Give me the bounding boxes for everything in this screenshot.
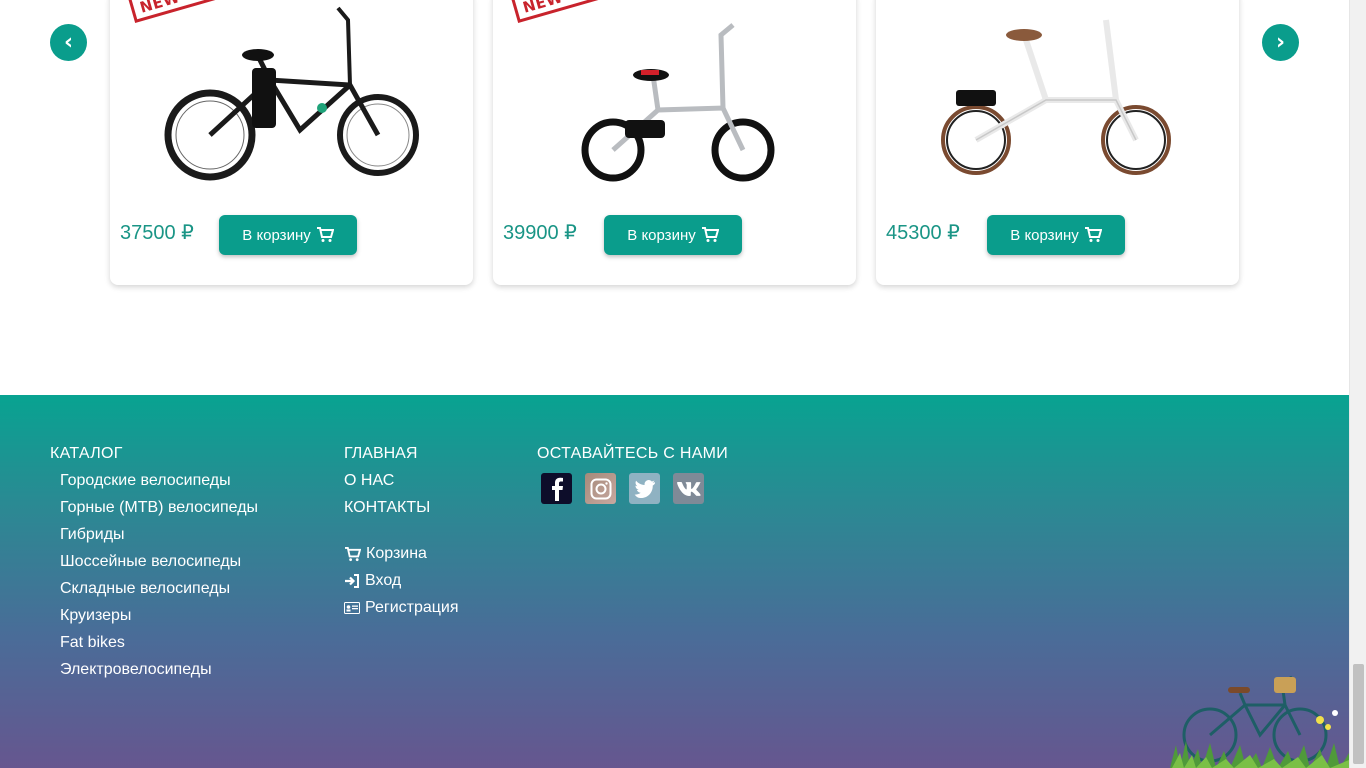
catalog-link-road[interactable]: Шоссейные велосипеды xyxy=(60,553,241,571)
chevron-right-icon: › xyxy=(1275,29,1286,55)
cart-icon xyxy=(345,546,361,561)
add-to-cart-label: В корзину xyxy=(627,226,696,244)
catalog-link-fatbike[interactable]: Fat bikes xyxy=(60,634,125,652)
facebook-icon[interactable] xyxy=(541,473,572,504)
sign-in-icon xyxy=(345,574,359,588)
footer-register-link[interactable]: Регистрация xyxy=(344,599,459,617)
product-price: 37500 ₽ xyxy=(120,222,194,244)
nav-link-contacts[interactable]: КОНТАКТЫ xyxy=(344,499,430,517)
catalog-link-city[interactable]: Городские велосипеды xyxy=(60,472,231,490)
footer-cart-label: Корзина xyxy=(366,545,427,562)
product-card: 45300 ₽ В корзину xyxy=(876,0,1239,285)
page-scrollbar[interactable] xyxy=(1349,0,1366,768)
bicycle-illustration xyxy=(1170,675,1349,768)
footer-login-label: Вход xyxy=(365,572,402,589)
vk-icon[interactable] xyxy=(673,473,704,504)
carousel-prev-button[interactable]: ‹ xyxy=(50,24,87,61)
catalog-link-hybrid[interactable]: Гибриды xyxy=(60,526,125,544)
add-to-cart-button[interactable]: В корзину xyxy=(219,215,357,255)
catalog-link-mtb[interactable]: Горные (MTB) велосипеды xyxy=(60,499,258,517)
cart-icon xyxy=(701,227,719,242)
carousel-next-button[interactable]: › xyxy=(1262,24,1299,61)
add-to-cart-label: В корзину xyxy=(242,226,311,244)
product-card: NEW PRODUCT 39900 ₽ В корзину xyxy=(493,0,856,285)
nav-link-about[interactable]: О НАС xyxy=(344,472,394,490)
scrollbar-thumb[interactable] xyxy=(1353,664,1364,764)
add-to-cart-button[interactable]: В корзину xyxy=(987,215,1125,255)
catalog-link-ebike[interactable]: Электровелосипеды xyxy=(60,661,212,679)
add-to-cart-button[interactable]: В корзину xyxy=(604,215,742,255)
site-footer: КАТАЛОГ Городские велосипеды Горные (MTB… xyxy=(0,395,1349,768)
cart-icon xyxy=(316,227,334,242)
product-image[interactable] xyxy=(876,0,1239,190)
social-title: ОСТАВАЙТЕСЬ С НАМИ xyxy=(537,445,729,462)
catalog-link-folding[interactable]: Складные велосипеды xyxy=(60,580,230,598)
footer-register-label: Регистрация xyxy=(365,599,459,616)
instagram-icon[interactable] xyxy=(585,473,616,504)
footer-login-link[interactable]: Вход xyxy=(344,572,401,590)
product-image[interactable] xyxy=(493,0,856,190)
product-card: NEW PRODUCT 37500 ₽ В корзину xyxy=(110,0,473,285)
add-to-cart-label: В корзину xyxy=(1010,226,1079,244)
product-price: 39900 ₽ xyxy=(503,222,577,244)
cart-icon xyxy=(1084,227,1102,242)
catalog-link-cruiser[interactable]: Круизеры xyxy=(60,607,131,625)
product-image[interactable] xyxy=(110,0,473,190)
catalog-title: КАТАЛОГ xyxy=(50,445,123,462)
id-card-icon xyxy=(344,602,360,614)
footer-cart-link[interactable]: Корзина xyxy=(344,545,427,563)
twitter-icon[interactable] xyxy=(629,473,660,504)
chevron-left-icon: ‹ xyxy=(63,29,74,55)
nav-link-home[interactable]: ГЛАВНАЯ xyxy=(344,445,417,463)
product-price: 45300 ₽ xyxy=(886,222,960,244)
